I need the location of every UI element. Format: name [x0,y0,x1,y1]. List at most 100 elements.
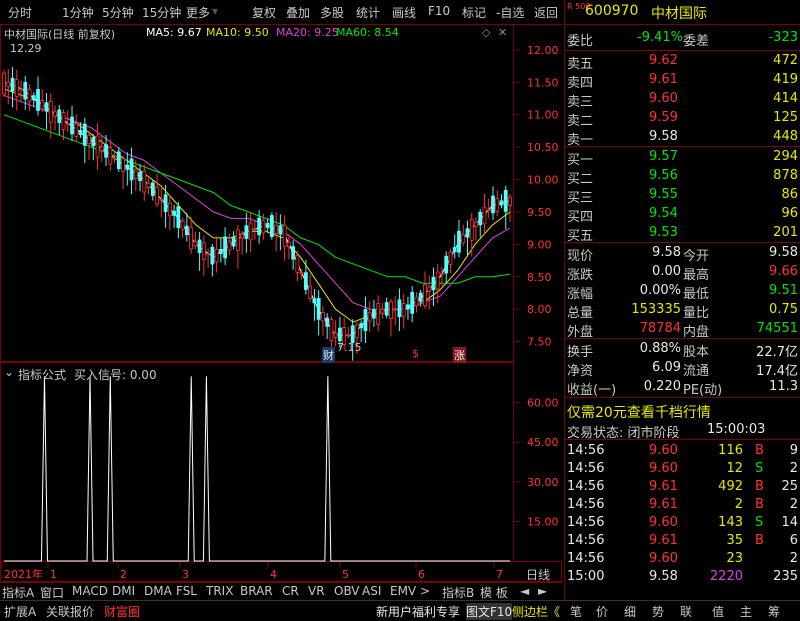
diamond-icon[interactable]: ◇ [482,26,490,39]
candle-body [14,79,19,97]
tick-time: 14:56 [567,551,605,566]
indicator-tab[interactable]: DMA [144,584,172,598]
period-label[interactable]: 日线 [526,566,550,583]
indicator-tab[interactable]: MACD [72,584,108,598]
tongji-button[interactable]: 统计 [356,4,380,21]
indicator-tab[interactable]: ◄ [520,584,529,598]
indicator-chevron-icon[interactable]: ⌄ [4,365,14,379]
diejia-button[interactable]: 叠加 [286,4,310,21]
tick-count: 9 [789,443,798,458]
candle-body [495,198,500,212]
sidebar-tab[interactable]: 主 [740,603,752,620]
candle-body [431,276,436,291]
stock-name: 中材国际 [651,6,707,22]
sidebar-tab[interactable]: 势 [652,603,664,620]
sell-level-volume: 472 [773,53,798,68]
indicator-tab[interactable]: BRAR [240,584,273,598]
indicator-tab[interactable]: VR [308,584,325,598]
candle-body [184,225,189,235]
indicator-tab[interactable]: 窗口 [40,584,64,601]
tick-row: 14:56 9.60 12 S 2 [565,460,800,479]
indicator-title[interactable]: 指标公式 [18,366,66,383]
candle-body [150,182,155,196]
candle-body [355,324,359,339]
tab-more[interactable]: 更多 [186,4,210,21]
biaoji-button[interactable]: 标记 [462,4,486,21]
indicator-tab[interactable]: TRIX [206,584,233,598]
sidebar-tab[interactable]: 联 [680,603,692,620]
zixuan-button[interactable]: -自选 [496,4,524,21]
sidebar-tab[interactable]: 价 [596,603,608,620]
candle-body [461,234,466,244]
tab-5min[interactable]: 5分钟 [102,4,134,21]
candle-body [125,164,130,170]
indicator-tab[interactable]: DMI [112,584,135,598]
stat-label: 总量 [567,306,594,321]
candle-body [112,157,117,160]
candle-body [223,236,228,259]
indicator-tab[interactable]: ASI [362,584,381,598]
candle-body [457,230,461,253]
indicator-tab[interactable]: 指标B [442,584,474,601]
indicator-tab[interactable]: CR [282,584,299,598]
dollar-marker[interactable]: $ [412,347,419,360]
status-link[interactable]: 图文F10 [466,603,513,620]
indicator-tab[interactable]: ► [538,584,547,598]
indicator-tab[interactable]: 模 板 [480,584,508,601]
high-price-label: 12.29 [10,42,42,55]
fuquan-button[interactable]: 复权 [252,4,276,21]
indicator-tab[interactable]: 指标A [2,584,34,601]
tick-price: 9.61 [649,533,678,548]
status-link[interactable]: 侧边栏《 [512,603,560,620]
candle-body [503,189,508,212]
price-tick-label: 9.00 [527,238,552,251]
time-tick-label: 7 [496,568,503,581]
sell-level-row: 卖四 9.61 419 [565,71,800,91]
duogu-button[interactable]: 多股 [320,4,344,21]
candle-body [133,169,138,179]
finance-marker[interactable]: 财 [322,347,335,363]
buy-level-label: 买三 [567,191,594,206]
status-link[interactable]: 扩展A [4,603,36,620]
rise-marker[interactable]: 涨 [453,347,466,363]
candle-body [129,158,134,181]
sell-level-label: 卖三 [567,95,594,110]
stat-value: 153335 [631,302,681,317]
sidebar-tab[interactable]: 值 [712,603,724,620]
status-link[interactable]: 新用户福利专享 [376,603,460,620]
indicator-tab[interactable]: FSL [176,584,197,598]
tick-price: 9.58 [649,569,678,584]
indicator-tab[interactable]: EMV [390,584,416,598]
indicator-tab[interactable]: > [420,584,430,598]
more-chevron-icon[interactable]: ▾ [212,4,218,18]
stat-value: 0.75 [769,302,798,317]
candle-body [469,218,474,241]
candle-body [218,249,223,255]
status-link[interactable]: 关联报价 [46,603,94,620]
back-button[interactable]: 返回 [534,4,558,21]
indicator-panel-frame [0,362,514,562]
status-link[interactable]: 财富圈 [104,603,140,620]
sidebar-tab[interactable]: 细 [624,603,636,620]
tab-15min[interactable]: 15分钟 [142,4,181,21]
tick-count: 2 [789,461,798,476]
tab-1min[interactable]: 1分钟 [62,4,94,21]
ma-line-ma60 [3,114,511,284]
time-tick-label: 2 [120,568,127,581]
quote-stat-row: 外盘 78784 内盘 74551 [565,320,800,340]
sidebar-tab[interactable]: 筹 [768,603,780,620]
tab-fenshi[interactable]: 分时 [8,4,32,21]
candle-body [372,309,376,319]
buy-level-price: 9.57 [649,149,678,164]
close-chart-icon[interactable]: ✕ [498,26,507,39]
stat-value: 9.66 [769,264,798,279]
promo-banner[interactable]: 仅需20元查看千档行情 [565,401,800,421]
f10-button[interactable]: F10 [428,4,450,18]
candle-body [418,292,423,302]
kline-chart[interactable]: 12.00 11.50 11.00 10.50 10.00 9.50 9.00 8.50 8.0… [0,24,562,582]
indicator-tab[interactable]: OBV [334,584,360,598]
huaxian-button[interactable]: 画线 [392,4,416,21]
sidebar-tab[interactable]: 笔 [570,603,582,620]
candle-body [82,123,87,146]
candle-body [65,122,70,125]
